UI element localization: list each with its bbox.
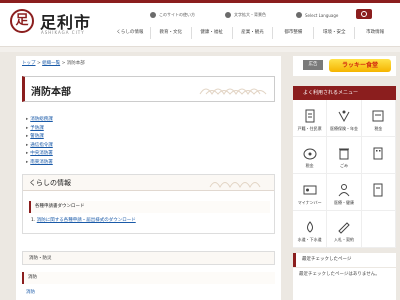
globe-icon [296, 12, 302, 18]
sidebar: 広告 ラッキー食堂 よく利用されるメニュー 戸籍・住民票 医療保険・年金 税金 … [293, 56, 396, 300]
id-card-icon [303, 185, 317, 195]
nav-item-industry[interactable]: 産業・観光 [231, 27, 273, 39]
breadcrumb-current: 消防本部 [66, 61, 85, 66]
contract-icon [338, 222, 350, 234]
document-icon [305, 109, 315, 123]
division-link[interactable]: 中央消防署 [26, 150, 53, 159]
wallet-icon [303, 148, 317, 160]
menu-item-bidding[interactable]: 入札・契約 [327, 211, 362, 248]
util-howto-link[interactable]: このサイトの使い方 [150, 12, 195, 18]
medical-icon [338, 110, 350, 123]
nav-item-government[interactable]: 市政情報 [354, 27, 395, 39]
breadcrumb-top[interactable]: トップ [22, 61, 36, 66]
frequent-menu-grid: 戸籍・住民票 医療保険・年金 税金 税金 ごみ マイナンバー 医療・健康 水道・… [293, 100, 396, 248]
menu-item-forms[interactable] [361, 174, 396, 211]
site-subtitle: ASHIKAGA CITY [41, 30, 85, 35]
menu-item-family-register[interactable]: 戸籍・住民票 [293, 100, 328, 137]
util-language-link[interactable]: Select Language [296, 12, 338, 18]
menu-item-tax[interactable]: 税金 [293, 137, 328, 174]
building-icon [373, 147, 383, 160]
trash-icon [338, 148, 349, 160]
page-title: 消防本部 [31, 87, 71, 98]
page-title-box: 消防本部 [22, 76, 275, 102]
download-section-title: 各種申請書ダウンロード [29, 201, 270, 213]
fire-link[interactable]: 消防 [26, 289, 35, 295]
division-link[interactable]: 警防課 [26, 133, 53, 142]
tax-icon [372, 110, 384, 122]
water-icon [306, 221, 313, 233]
menu-item-water[interactable]: 水道・下水道 [293, 211, 328, 248]
nav-item-education[interactable]: 教育・文化 [149, 27, 191, 39]
nav-item-health[interactable]: 健康・福祉 [190, 27, 232, 39]
menu-item-empty [361, 211, 396, 248]
menu-item-building[interactable] [361, 137, 396, 174]
text-size-icon [225, 12, 231, 18]
menu-item-my-number[interactable]: マイナンバー [293, 174, 328, 211]
ad-banner[interactable]: ラッキー食堂 [329, 59, 391, 72]
recent-pages-body: 最近チェックしたページはありません。 [293, 268, 396, 300]
global-nav: くらしの情報 教育・文化 健康・福祉 産業・観光 都市整備 環境・安全 市政情報 [110, 27, 395, 39]
menu-item-garbage[interactable]: ごみ [327, 137, 362, 174]
division-link[interactable]: 予防課 [26, 125, 53, 134]
ad-area: 広告 ラッキー食堂 [293, 56, 396, 76]
nav-item-urban[interactable]: 都市整備 [272, 27, 313, 39]
living-info-box: くらしの情報 各種申請書ダウンロード 1. 消防に関する各種申請・届出様式のダウ… [22, 174, 275, 234]
wave-pattern-icon [199, 88, 267, 95]
document-icon [373, 183, 383, 197]
doctor-icon [338, 184, 350, 197]
division-link[interactable]: 通信指令課 [26, 142, 53, 151]
division-link[interactable]: 南東消防署 [26, 159, 53, 168]
nav-item-living[interactable]: くらしの情報 [110, 27, 150, 39]
main-content: トップ > 組織一覧 > 消防本部 消防本部 消防総務課 予防課 警防課 通信指… [16, 56, 281, 300]
division-links: 消防総務課 予防課 警防課 通信指令課 中央消防署 南東消防署 [26, 116, 53, 167]
breadcrumb-org-list[interactable]: 組織一覧 [42, 61, 60, 66]
info-icon [150, 12, 156, 18]
living-info-heading: くらしの情報 [23, 175, 274, 191]
division-link[interactable]: 消防総務課 [26, 116, 53, 125]
frequent-menu-heading: よく利用されるメニュー [293, 86, 396, 100]
fire-safety-heading: 消防・防災 [22, 251, 275, 265]
wave-pattern-icon [209, 182, 261, 188]
recent-pages-heading: 最近チェックしたページ [293, 253, 396, 267]
menu-item-tax[interactable]: 税金 [361, 100, 396, 137]
menu-item-medical[interactable]: 医療・健康 [327, 174, 362, 211]
fire-subheading: 消防 [22, 272, 275, 284]
util-font-size-link[interactable]: 文字拡大・背景色 [225, 12, 266, 18]
nav-item-safety[interactable]: 環境・安全 [313, 27, 354, 39]
download-item: 1. 消防に関する各種申請・届出様式のダウンロード [31, 218, 136, 223]
city-logo[interactable]: 足 [10, 9, 34, 33]
download-link[interactable]: 消防に関する各種申請・届出様式のダウンロード [37, 218, 136, 223]
breadcrumb: トップ > 組織一覧 > 消防本部 [22, 61, 85, 66]
site-header: 足 足利市 ASHIKAGA CITY このサイトの使い方 文字拡大・背景色 S… [0, 0, 400, 52]
menu-item-insurance[interactable]: 医療保険・年金 [327, 100, 362, 137]
search-icon[interactable] [356, 9, 372, 19]
nav-divider [0, 46, 400, 52]
ad-label[interactable]: 広告 [303, 60, 323, 70]
